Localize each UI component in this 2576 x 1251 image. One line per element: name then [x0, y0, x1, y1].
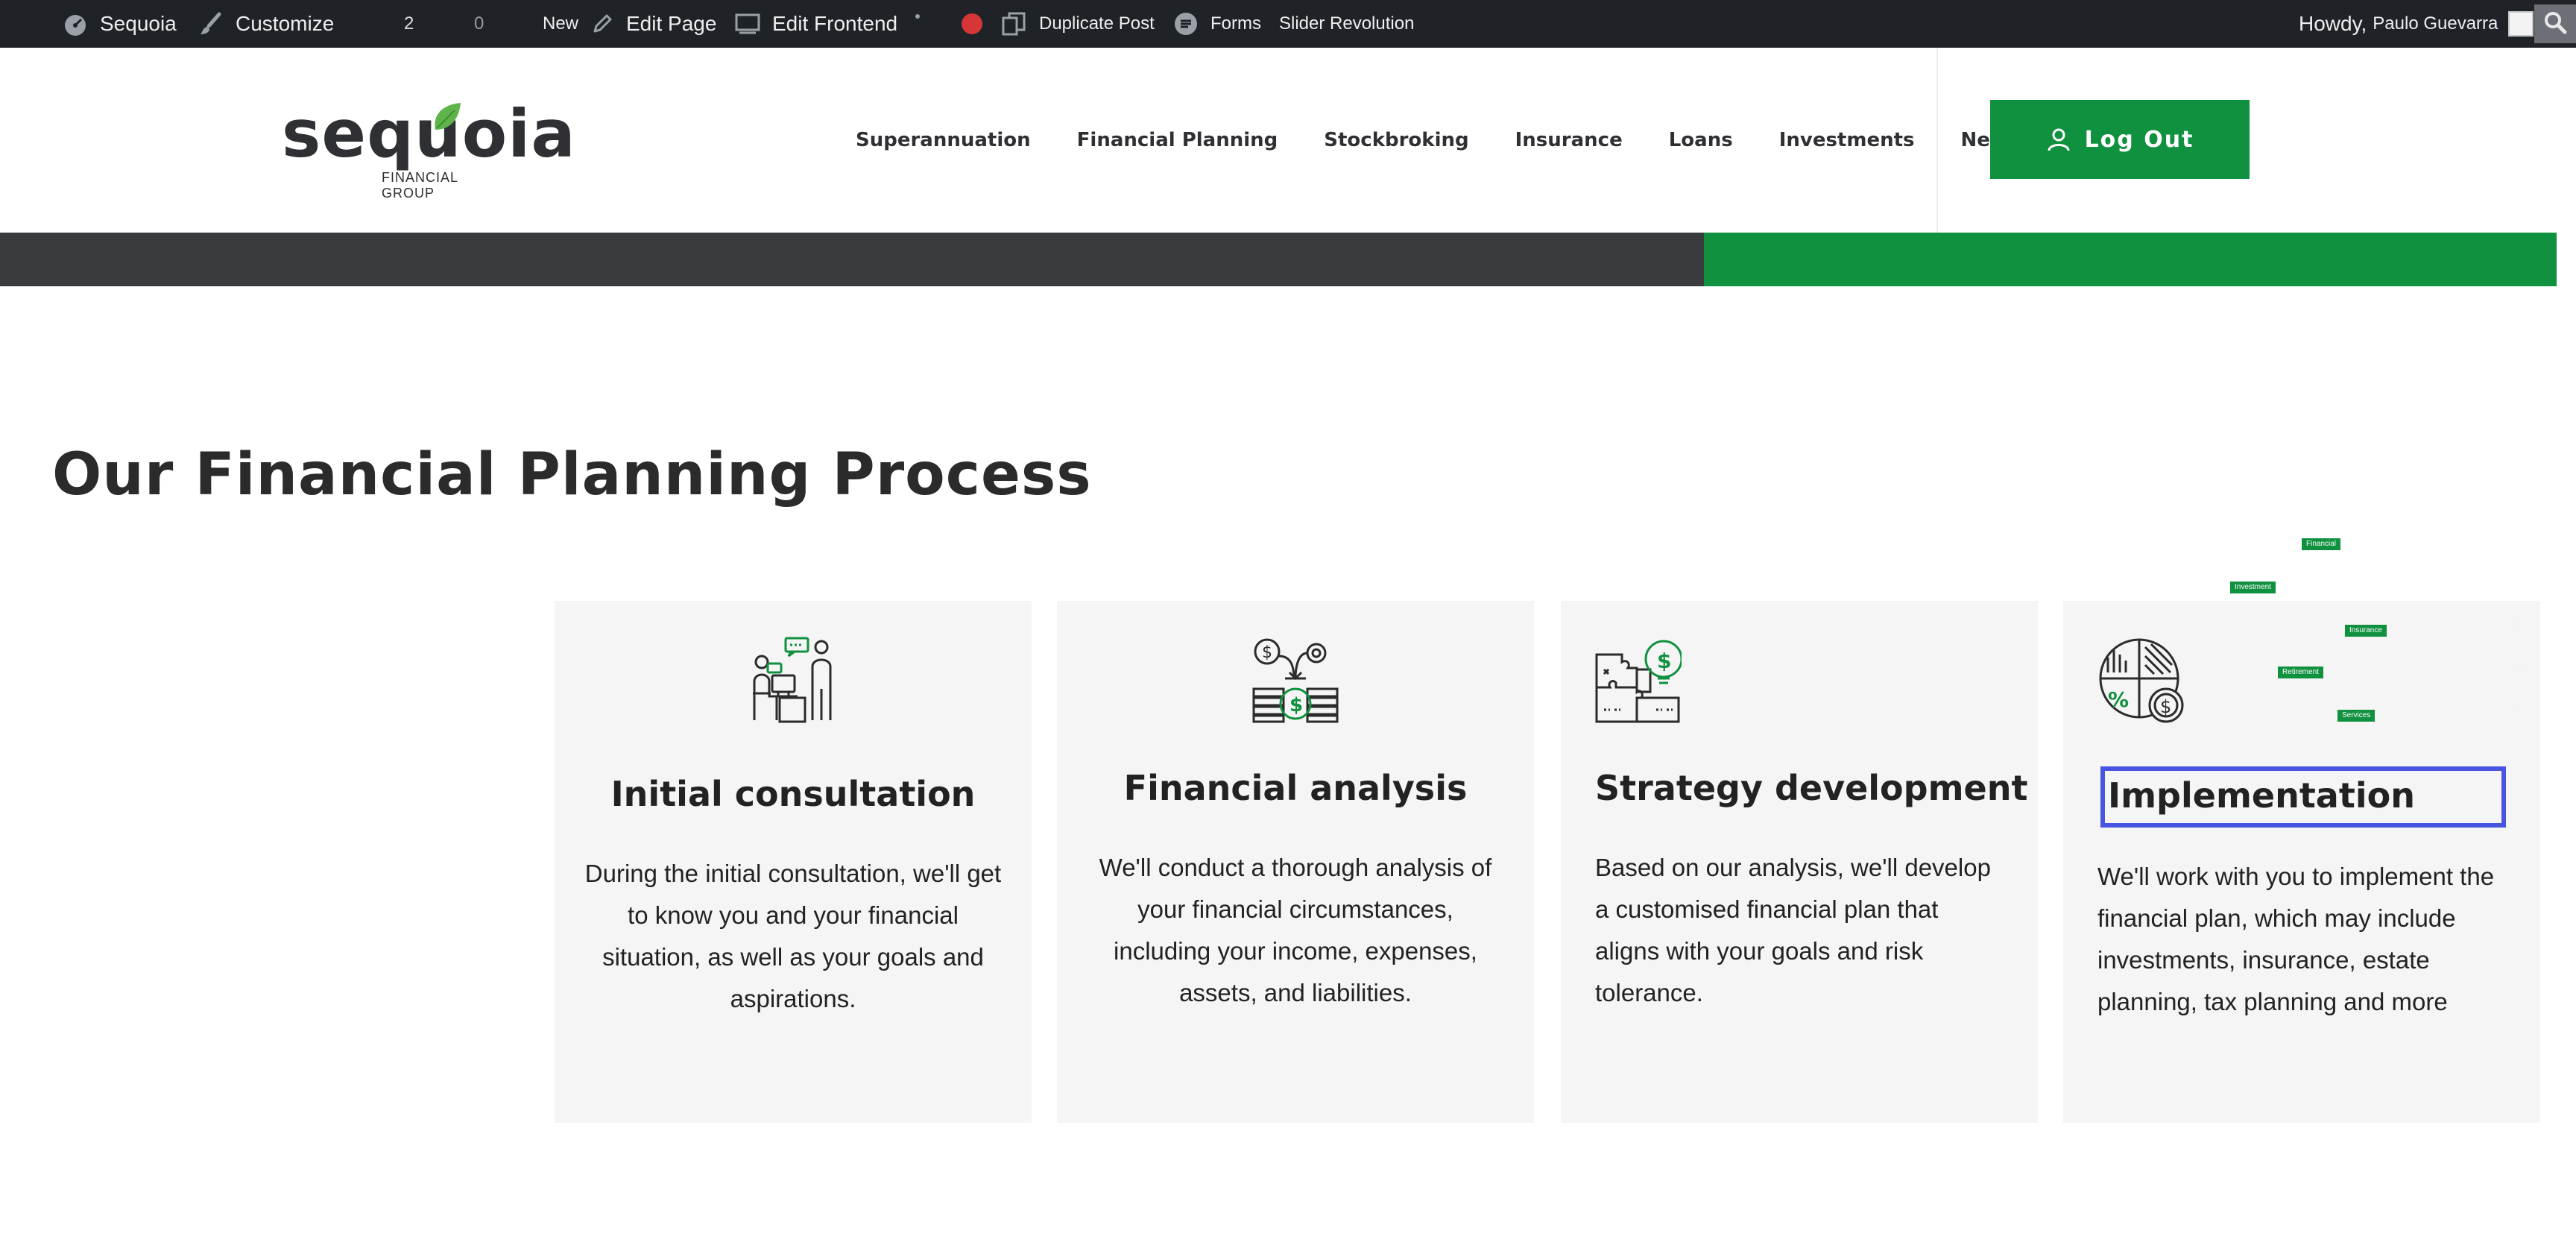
chart-dot — [2513, 619, 2524, 629]
card-text: We'll work with you to implement the fin… — [2097, 863, 2495, 1015]
card-title: Financial analysis — [1123, 768, 1468, 808]
howdy-label: Howdy, — [2299, 12, 2367, 35]
svg-text:$: $ — [1657, 649, 1671, 673]
admin-slider-revolution[interactable]: Slider Revolution — [1279, 0, 1414, 48]
edit-frontend-label: Edit Frontend — [772, 12, 898, 35]
new-label: New — [543, 13, 579, 34]
admin-updates[interactable]: 2 — [370, 0, 414, 48]
nav-item-insurance[interactable]: Insurance — [1515, 129, 1623, 151]
site-logo[interactable]: sequoia FINANCIAL GROUP — [282, 97, 575, 201]
duplicate-icon — [1000, 10, 1027, 37]
logo-subtitle: FINANCIAL GROUP — [382, 170, 458, 201]
wp-admin-bar: Sequoia Customize 2 0 New Edit Page Edit… — [0, 0, 2576, 48]
comment-bubble-icon — [440, 13, 462, 35]
section-title: Our Financial Planning Process — [52, 441, 1092, 508]
svg-text:$: $ — [1289, 694, 1303, 716]
admin-customize[interactable]: Customize — [198, 0, 334, 48]
process-card-strategy: $ Strategy development Based on our anal… — [1561, 601, 2038, 1123]
nav-item-investments[interactable]: Investments — [1779, 129, 1915, 151]
admin-small-dot — [915, 0, 920, 48]
floating-label: Services — [2337, 710, 2375, 722]
card-text: During the initial consultation, we'll g… — [584, 860, 1002, 1012]
pencil-icon — [590, 12, 614, 36]
site-header: sequoia FINANCIAL GROUP Superannuation F… — [0, 48, 2576, 233]
small-dot-icon — [915, 14, 920, 19]
admin-search-button[interactable] — [2534, 4, 2576, 43]
card-title-focused[interactable]: Implementation — [2100, 766, 2506, 828]
logout-label: Log Out — [2084, 126, 2194, 153]
chart-dot — [2512, 704, 2522, 714]
nav-item-stockbroking[interactable]: Stockbroking — [1324, 129, 1468, 151]
hero-strip-dark — [0, 233, 1704, 286]
admin-recording[interactable] — [962, 0, 982, 48]
svg-text:%: % — [2108, 687, 2129, 712]
hero-strip-green — [1704, 233, 2557, 286]
search-icon — [2543, 10, 2567, 38]
paintbrush-icon — [198, 11, 224, 37]
nav-item-loans[interactable]: Loans — [1669, 129, 1733, 151]
avatar — [2508, 11, 2534, 37]
forms-icon — [1173, 11, 1199, 37]
logout-button[interactable]: Log Out — [1990, 100, 2250, 179]
card-text: We'll conduct a thorough analysis of you… — [1099, 854, 1492, 1006]
user-name: Paulo Guevarra — [2373, 13, 2498, 34]
nav-item-superannuation[interactable]: Superannuation — [856, 129, 1031, 151]
admin-edit-frontend[interactable]: Edit Frontend — [735, 0, 897, 48]
edit-page-label: Edit Page — [626, 12, 717, 35]
card-title: Initial consultation — [610, 774, 976, 814]
leaf-icon — [429, 100, 464, 138]
monitor-icon — [735, 13, 760, 35]
financial-analysis-icon: $ $ — [1252, 637, 1339, 727]
strategy-puzzle-icon: $ — [1595, 637, 1683, 727]
floating-label: Retirement — [2278, 667, 2323, 678]
user-icon — [2046, 127, 2071, 152]
svg-text:$: $ — [1262, 643, 1272, 662]
dashboard-gauge-icon — [63, 11, 88, 37]
admin-my-account[interactable]: Howdy, Paulo Guevarra — [2299, 0, 2534, 48]
card-text: Based on our analysis, we'll develop a c… — [1595, 854, 1991, 1006]
floating-label: Investment — [2230, 582, 2276, 593]
main-navigation: Superannuation Financial Planning Stockb… — [856, 48, 2019, 233]
card-title: Strategy development — [1595, 768, 2028, 808]
admin-forms[interactable]: Forms — [1173, 0, 1261, 48]
floating-label: Insurance — [2345, 625, 2387, 637]
admin-new[interactable]: New — [511, 0, 578, 48]
process-card-implementation: % $ Implementation We'll work with you t… — [2063, 538, 2540, 1123]
chart-dot — [2513, 662, 2524, 672]
duplicate-post-label: Duplicate Post — [1039, 13, 1155, 34]
admin-edit-page[interactable]: Edit Page — [590, 0, 716, 48]
nav-item-financial-planning[interactable]: Financial Planning — [1077, 129, 1278, 151]
admin-duplicate-post[interactable]: Duplicate Post — [1000, 0, 1155, 48]
header-divider — [1936, 48, 1938, 233]
floating-label: Financial — [2302, 538, 2341, 550]
pie-chart-dollar-icon: % $ — [2097, 637, 2185, 728]
site-name: Sequoia — [100, 12, 177, 35]
admin-site-menu[interactable]: Sequoia — [63, 0, 177, 48]
forms-label: Forms — [1210, 13, 1261, 34]
updates-icon — [370, 13, 392, 35]
admin-comments[interactable]: 0 — [440, 0, 484, 48]
svg-text:$: $ — [2160, 696, 2171, 717]
updates-count: 2 — [404, 13, 414, 34]
customize-label: Customize — [236, 12, 335, 35]
process-card-consultation: Initial consultation During the initial … — [555, 601, 1032, 1123]
plus-icon — [511, 14, 531, 34]
record-dot-icon — [962, 13, 982, 34]
slider-revolution-label: Slider Revolution — [1279, 13, 1415, 34]
process-card-analysis: $ $ Financial analysis We'll conduct a t… — [1057, 601, 1534, 1123]
comments-count: 0 — [474, 13, 484, 34]
consultation-icon — [750, 637, 836, 727]
